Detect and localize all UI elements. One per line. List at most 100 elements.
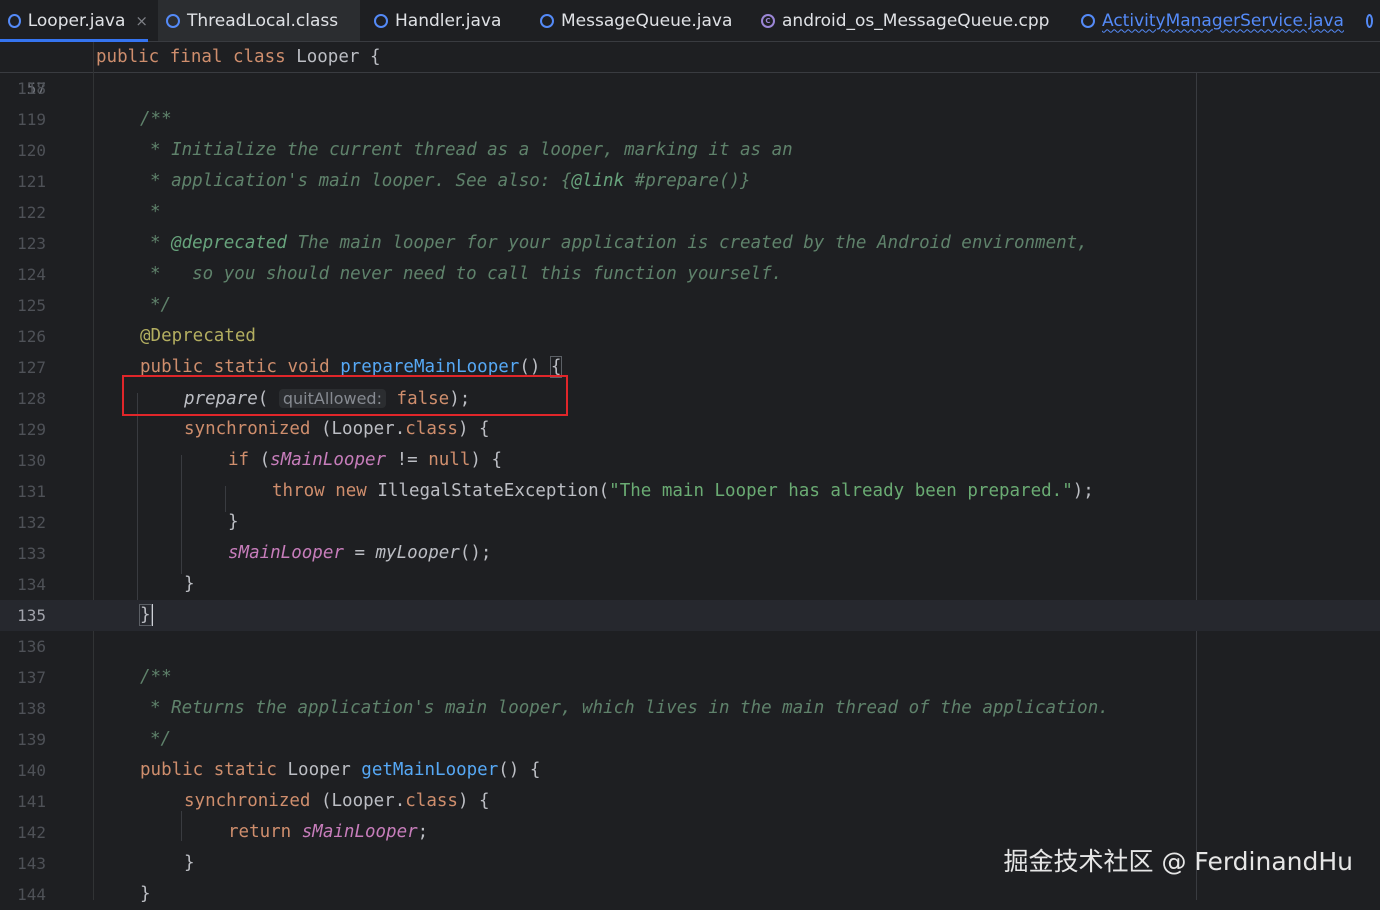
string-literal: "The main Looper has already been prepar… (609, 481, 1073, 501)
matched-brace: { (549, 356, 563, 378)
tab-label: ActivityManagerService.java (1102, 10, 1344, 31)
class-name: Looper (296, 47, 360, 67)
punctuation: () { (498, 760, 541, 780)
doc-tag: @link (571, 171, 625, 191)
code-line[interactable]: 120 * Initialize the current thread as a … (0, 135, 1380, 166)
line-number: 139 (17, 730, 46, 749)
tab-looper-java[interactable]: Looper.java × (0, 0, 148, 42)
java-class-icon (8, 13, 21, 28)
line-number: 119 (17, 110, 46, 129)
doc-comment: * (150, 202, 161, 222)
line-number: 137 (17, 668, 46, 687)
line-number: 126 (17, 327, 46, 346)
line-number: 143 (17, 854, 46, 873)
code-line[interactable]: 137 /** (0, 662, 1380, 693)
current-line[interactable]: 135} (0, 600, 1380, 631)
brace: } (140, 884, 151, 904)
doc-comment: * Returns the application's main looper,… (150, 698, 1109, 718)
static-field[interactable]: sMainLooper (270, 450, 386, 470)
static-field[interactable]: sMainLooper (228, 543, 344, 563)
tab-overflow[interactable] (1360, 0, 1380, 41)
code-line[interactable]: 141 synchronized (Looper.class) { (0, 786, 1380, 817)
keyword: null (428, 450, 471, 470)
punctuation: ) { (470, 450, 502, 470)
text-caret (150, 604, 153, 626)
code-text: (Looper. (320, 419, 406, 439)
tab-messagequeue-java[interactable]: MessageQueue.java (532, 0, 752, 41)
watermark: 掘金技术社区 @ FerdinandHu (1003, 847, 1353, 876)
brace: } (228, 512, 239, 532)
brace: } (184, 574, 195, 594)
sticky-scroll-header[interactable]: 57 public final class Looper { (0, 42, 1380, 98)
punctuation: ); (1072, 481, 1094, 501)
tab-android-os-messagequeue-cpp[interactable]: C android_os_MessageQueue.cpp (753, 0, 1068, 41)
doc-tag: @deprecated (171, 233, 287, 253)
code-line[interactable]: 129 synchronized (Looper.class) { (0, 414, 1380, 445)
code-line[interactable]: 139 */ (0, 724, 1380, 755)
tab-label: Looper.java (27, 10, 126, 31)
keyword: synchronized (184, 419, 321, 439)
operator: != (386, 450, 429, 470)
code-line[interactable]: 123 * @deprecated The main looper for you… (0, 228, 1380, 259)
tab-handler-java[interactable]: Handler.java (366, 0, 526, 41)
tab-activitymanagerservice-java[interactable]: ActivityManagerService.java (1073, 0, 1358, 41)
line-number: 123 (17, 234, 46, 253)
cpp-file-icon: C (761, 13, 775, 28)
tab-threadlocal-class[interactable]: ThreadLocal.class (158, 0, 360, 41)
code-editor[interactable]: 118 119 /** 120 * Initialize the current t… (0, 73, 1380, 904)
code-line[interactable]: 131 throw new IllegalStateException("The … (0, 476, 1380, 507)
code-line[interactable]: 119 /** (0, 104, 1380, 135)
doc-comment: * application's main looper. See also: { (150, 171, 572, 191)
java-class-icon (1081, 13, 1095, 28)
keyword: public static (140, 760, 288, 780)
code-line[interactable]: 136 (0, 631, 1380, 662)
keyword: public final class (96, 47, 286, 67)
code-line[interactable]: 121 * application's main looper. See also… (0, 166, 1380, 197)
line-number: 129 (17, 420, 46, 439)
line-number: 118 (17, 79, 46, 98)
tab-label: Handler.java (395, 10, 502, 31)
code-line[interactable]: 124 * so you should never need to call th… (0, 259, 1380, 290)
code-line[interactable]: 132} (0, 507, 1380, 538)
line-number: 130 (17, 451, 46, 470)
code-line[interactable]: 138 * Returns the application's main loop… (0, 693, 1380, 724)
code-line[interactable]: 126 @Deprecated (0, 321, 1380, 352)
method-call[interactable]: myLooper (376, 543, 460, 563)
line-number: 120 (17, 141, 46, 160)
keyword: synchronized (184, 791, 321, 811)
line-number: 124 (17, 265, 46, 284)
line-number: 125 (17, 296, 46, 315)
line-number: 133 (17, 544, 46, 563)
method-declaration[interactable]: getMainLooper (361, 760, 498, 780)
doc-comment: * Initialize the current thread as a loo… (150, 140, 793, 160)
line-number: 144 (17, 885, 46, 904)
code-line[interactable]: 118 (0, 73, 1380, 104)
line-number: 132 (17, 513, 46, 532)
highlight-box (122, 375, 568, 416)
code-line[interactable]: 122 * (0, 197, 1380, 228)
code-text: IllegalStateException( (377, 481, 610, 501)
annotation: @Deprecated (140, 326, 256, 346)
code-line[interactable]: 130 if (sMainLooper != null) { (0, 445, 1380, 476)
java-class-icon (374, 13, 388, 28)
line-number: 135 (17, 606, 46, 625)
line-number: 127 (17, 358, 46, 377)
keyword: throw new (272, 481, 378, 501)
line-number: 121 (17, 172, 46, 191)
java-class-icon (1366, 13, 1373, 28)
keyword: class (405, 419, 458, 439)
doc-comment: * so you should never need to call this … (150, 264, 783, 284)
code-line[interactable]: 140 public static Looper getMainLooper() … (0, 755, 1380, 786)
code-text: (Looper. (320, 791, 406, 811)
code-line[interactable]: 134} (0, 569, 1380, 600)
operator: = (343, 543, 376, 563)
punctuation: ( (259, 450, 271, 470)
close-icon[interactable]: × (135, 12, 148, 30)
code-line[interactable]: 125 */ (0, 290, 1380, 321)
code-line[interactable]: 133 sMainLooper = myLooper(); (0, 538, 1380, 569)
code-line[interactable]: 144} (0, 879, 1380, 910)
method-declaration[interactable]: prepareMainLooper (340, 357, 519, 377)
keyword: public static void (140, 357, 341, 377)
punctuation: ) { (457, 791, 490, 811)
static-field[interactable]: sMainLooper (302, 822, 418, 842)
